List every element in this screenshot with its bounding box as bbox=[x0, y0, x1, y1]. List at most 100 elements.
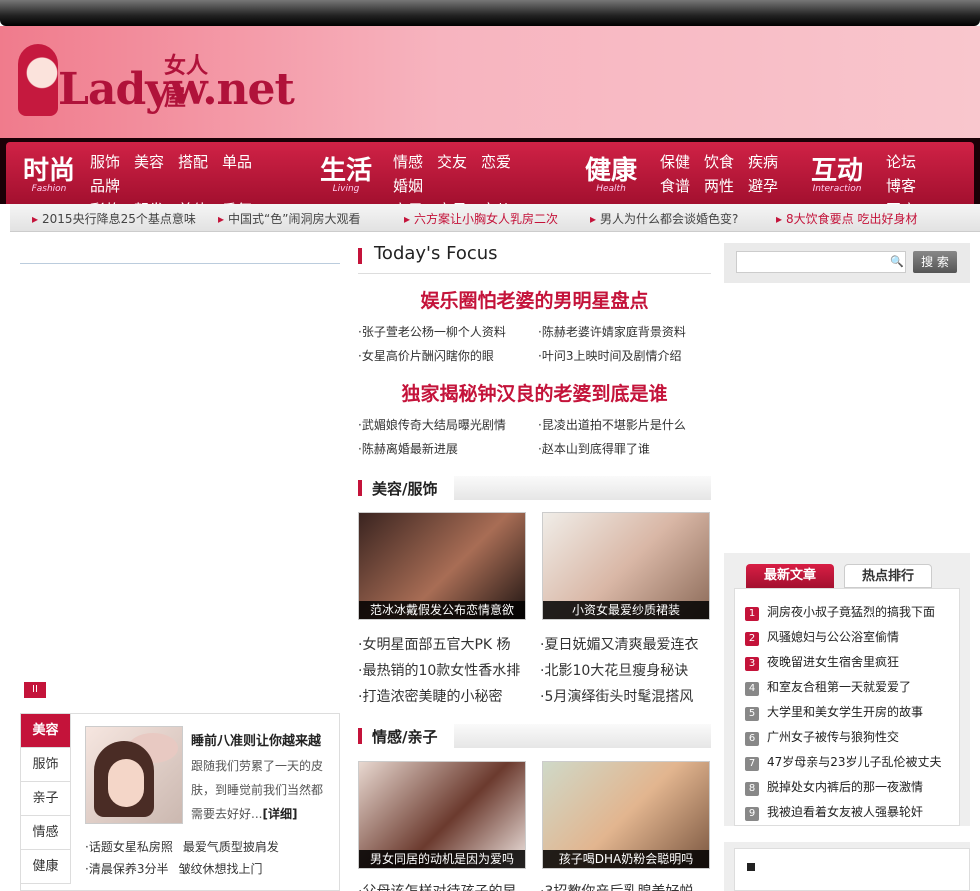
nav-link[interactable]: 服饰 bbox=[90, 150, 120, 174]
beauty-link[interactable]: ·打造浓密美睫的小秘密 bbox=[358, 686, 502, 706]
rank-item[interactable]: 7 47岁母亲与23岁儿子乱伦被丈夫 bbox=[745, 753, 942, 771]
focus-title: Today's Focus bbox=[374, 243, 498, 264]
focus-link[interactable]: ·昆凌出道拍不堪影片是什么 bbox=[538, 416, 686, 433]
nav-title-fashion[interactable]: 时尚 bbox=[14, 150, 84, 187]
tab-fashion[interactable]: 服饰 bbox=[21, 748, 71, 782]
nav-title-interaction[interactable]: 互动 bbox=[802, 150, 872, 187]
headline-2[interactable]: 独家揭秘钟汉良的老婆到底是谁 bbox=[358, 379, 711, 406]
section-bar bbox=[358, 480, 362, 496]
emotion-link[interactable]: ·父母该怎样对待孩子的早 bbox=[358, 881, 516, 891]
nav-en-fashion: Fashion bbox=[31, 184, 67, 194]
beauty-link[interactable]: ·北影10大花旦瘦身秘诀 bbox=[540, 660, 688, 680]
feature-link[interactable]: ·清晨保养3分半 bbox=[85, 858, 168, 880]
rank-item[interactable]: 2 风骚媳妇与公公浴室偷情 bbox=[745, 628, 899, 646]
bottom-inner bbox=[734, 848, 970, 891]
beauty-link[interactable]: ·5月演绎街头时髦混搭风 bbox=[540, 686, 693, 706]
rank-num: 3 bbox=[745, 657, 759, 671]
nav-group-fashion: 时尚 Fashion 服饰美容搭配单品品牌 彩妆靓发美体香氛整形 bbox=[14, 142, 294, 243]
ticker-item[interactable]: 男人为什么都会谈婚色变? bbox=[590, 210, 738, 227]
ticker-item[interactable]: 六方案让小胸女人乳房二次 bbox=[404, 210, 558, 227]
rank-list: 1 洞房夜小叔子竟猛烈的搞我下面 2 风骚媳妇与公公浴室偷情 3 夜晚留进女生宿舍里疯… bbox=[734, 588, 960, 826]
feature-link[interactable]: 皱纹休想找上门 bbox=[178, 858, 262, 880]
rank-item[interactable]: 1 洞房夜小叔子竟猛烈的搞我下面 bbox=[745, 603, 935, 621]
focus-link[interactable]: ·张子萱老公杨一柳个人资料 bbox=[358, 323, 506, 340]
search-button[interactable]: 搜 索 bbox=[913, 251, 957, 273]
search-input[interactable] bbox=[736, 251, 906, 273]
beauty-link[interactable]: ·女明星面部五官大PK 杨 bbox=[358, 634, 511, 654]
focus-header: Today's Focus bbox=[358, 240, 711, 274]
rank-item[interactable]: 4 和室友合租第一天就爱爱了 bbox=[745, 678, 911, 696]
feature-title[interactable]: 睡前八准则让你越来越 bbox=[191, 730, 321, 749]
beauty-photo-2[interactable]: 小资女最爱纱质裙装 bbox=[542, 512, 710, 620]
nav-title-health[interactable]: 健康 bbox=[576, 150, 646, 187]
rank-item[interactable]: 5 大学里和美女学生开房的故事 bbox=[745, 703, 923, 721]
nav-link[interactable]: 饮食 bbox=[704, 150, 734, 174]
rank-text: 风骚媳妇与公公浴室偷情 bbox=[767, 630, 900, 644]
tab-beauty[interactable]: 美容 bbox=[21, 714, 71, 748]
nav-link[interactable]: 疾病 bbox=[748, 150, 778, 174]
tab-parenting[interactable]: 亲子 bbox=[21, 782, 71, 816]
nav-link[interactable]: 博客 bbox=[886, 174, 916, 198]
nav-link[interactable]: 婚姻 bbox=[393, 174, 423, 198]
focus-link[interactable]: ·女星高价片酬闪瞎你的眼 bbox=[358, 347, 494, 364]
tab-health[interactable]: 健康 bbox=[21, 850, 71, 884]
feature-link[interactable]: 最爱气质型披肩发 bbox=[183, 836, 279, 858]
nav-link[interactable]: 搭配 bbox=[178, 150, 208, 174]
rank-item[interactable]: 6 广州女子被传与狼狗性交 bbox=[745, 728, 899, 746]
focus-link[interactable]: ·陈赫老婆许婧家庭背景资料 bbox=[538, 323, 686, 340]
tab-hot-ranking[interactable]: 热点排行 bbox=[844, 564, 932, 588]
nav-link[interactable]: 论坛 bbox=[886, 150, 916, 174]
rank-item[interactable]: 3 夜晚留进女生宿舍里疯狂 bbox=[745, 653, 899, 671]
rank-num: 4 bbox=[745, 682, 759, 696]
more-link[interactable]: [详细] bbox=[262, 807, 297, 821]
rank-item[interactable]: 8 脱掉处女内裤后的那一夜激情 bbox=[745, 778, 923, 796]
focus-link[interactable]: ·陈赫离婚最新进展 bbox=[358, 440, 458, 457]
tab-latest-articles[interactable]: 最新文章 bbox=[746, 564, 834, 588]
nav-title-living[interactable]: 生活 bbox=[311, 150, 381, 187]
ticker-item[interactable]: 中国式“色”闹洞房大观看 bbox=[218, 210, 360, 227]
nav-link[interactable]: 保健 bbox=[660, 150, 690, 174]
beauty-photo-1[interactable]: 范冰冰戴假发公布恋情意欲 bbox=[358, 512, 526, 620]
ticker-item[interactable]: 8大饮食要点 吃出好身材 bbox=[776, 210, 917, 227]
rank-num: 7 bbox=[745, 757, 759, 771]
nav-link[interactable]: 避孕 bbox=[748, 174, 778, 198]
magnifier-icon[interactable]: 🔍 bbox=[890, 255, 904, 268]
emotion-link[interactable]: ·3招教你产后乳腺美好蜕 bbox=[540, 881, 693, 891]
rank-box: 最新文章 热点排行 1 洞房夜小叔子竟猛烈的搞我下面 2 风骚媳妇与公公浴室偷情 3… bbox=[724, 553, 970, 826]
section-emotion-title[interactable]: 情感/亲子 bbox=[372, 726, 437, 747]
focus-link[interactable]: ·叶问3上映时间及剧情介绍 bbox=[538, 347, 681, 364]
pause-icon[interactable]: II bbox=[24, 682, 46, 698]
left-divider bbox=[20, 263, 340, 264]
headline-1[interactable]: 娱乐圈怕老婆的男明星盘点 bbox=[358, 286, 711, 313]
nav-link[interactable]: 单品 bbox=[222, 150, 252, 174]
section-beauty-header: 美容/服饰 bbox=[358, 476, 711, 500]
focus-link[interactable]: ·武媚娘传奇大结局曝光剧情 bbox=[358, 416, 506, 433]
nav-link[interactable]: 交友 bbox=[437, 150, 467, 174]
left-feature-box: 美容 服饰 亲子 情感 健康 睡前八准则让你越来越 跟随我们劳累了一天的皮肤，到… bbox=[20, 713, 340, 891]
beauty-link[interactable]: ·夏日妩媚又清爽最爱连衣 bbox=[540, 634, 698, 654]
photo-caption: 范冰冰戴假发公布恋情意欲 bbox=[359, 601, 525, 619]
beauty-link[interactable]: ·最热销的10款女性香水排 bbox=[358, 660, 520, 680]
nav-link[interactable]: 恋爱 bbox=[481, 150, 511, 174]
nav-group-interaction: 互动 Interaction 论坛博客 图库商城 bbox=[802, 142, 972, 243]
rank-text: 大学里和美女学生开房的故事 bbox=[767, 705, 924, 719]
nav-link[interactable]: 品牌 bbox=[90, 174, 120, 198]
nav-link[interactable]: 食谱 bbox=[660, 174, 690, 198]
bottom-right-box bbox=[724, 842, 970, 891]
emotion-photo-2[interactable]: 孩子喝DHA奶粉会聪明吗 bbox=[542, 761, 710, 869]
nav-link[interactable]: 美容 bbox=[134, 150, 164, 174]
nav-link[interactable]: 情感 bbox=[393, 150, 423, 174]
rank-item[interactable]: 9 我被迫看着女友被人强暴轮奸 bbox=[745, 803, 923, 821]
feature-link[interactable]: ·话题女星私房照 bbox=[85, 836, 173, 858]
emotion-photo-1[interactable]: 男女同居的动机是因为爱吗 bbox=[358, 761, 526, 869]
focus-link[interactable]: ·赵本山到底得罪了谁 bbox=[538, 440, 650, 457]
logo-cn: 女人屋 bbox=[164, 54, 209, 111]
nav-link[interactable]: 两性 bbox=[704, 174, 734, 198]
rank-num: 9 bbox=[745, 807, 759, 821]
tab-emotion[interactable]: 情感 bbox=[21, 816, 71, 850]
section-beauty-title[interactable]: 美容/服饰 bbox=[372, 478, 437, 499]
ticker-item[interactable]: 2015央行降息25个基点意味 bbox=[32, 210, 196, 227]
site-logo[interactable]: Ladyw.net 女人屋 bbox=[18, 44, 295, 124]
feature-photo[interactable] bbox=[85, 726, 183, 824]
rank-text: 洞房夜小叔子竟猛烈的搞我下面 bbox=[767, 605, 936, 619]
